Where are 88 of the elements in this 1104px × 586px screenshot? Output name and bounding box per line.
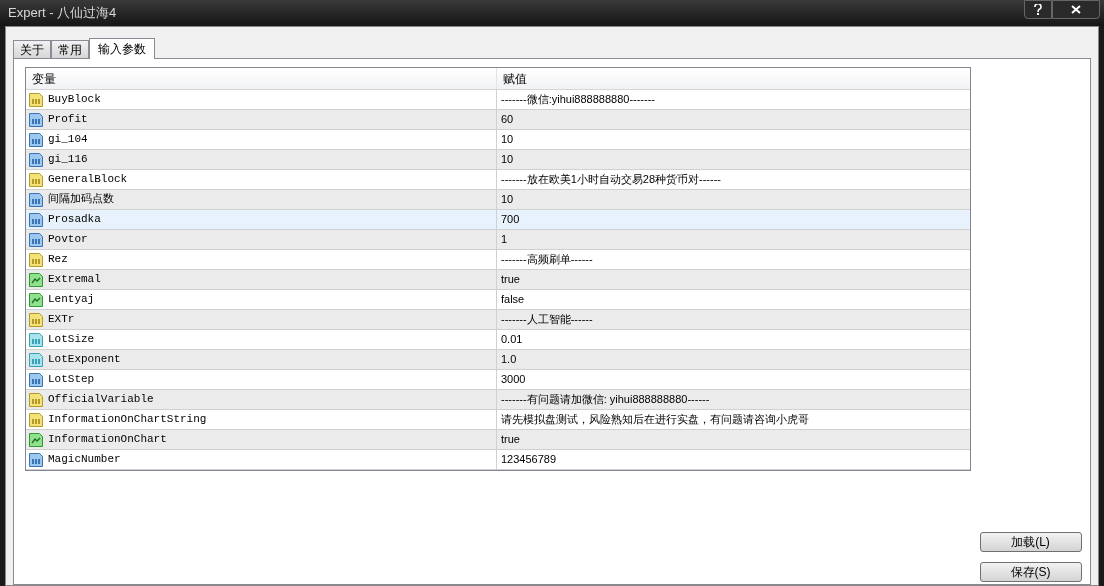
- column-header[interactable]: 变量: [26, 68, 497, 89]
- fraction-type-icon: [28, 351, 44, 368]
- variable-value: 请先模拟盘测试，风险熟知后在进行实盘，有问题请咨询小虎哥: [501, 412, 809, 428]
- column-header[interactable]: 赋值: [497, 68, 970, 89]
- dialog-button[interactable]: 加载(L): [979, 532, 1082, 552]
- table-row[interactable]: GeneralBlock -------放在欧美1小时自动交易28种货币对------: [26, 170, 970, 190]
- text-type-icon: [28, 251, 44, 268]
- variable-value: 0.01: [501, 332, 523, 348]
- variable-value: 10: [501, 192, 514, 208]
- table-row[interactable]: Profit 60: [26, 110, 970, 130]
- variable-name: LotStep: [48, 372, 95, 388]
- variable-name: GeneralBlock: [48, 172, 128, 188]
- variable-value: true: [501, 272, 520, 288]
- variable-name: BuyBlock: [48, 92, 101, 108]
- variable-value: -------高频刷单------: [501, 252, 593, 268]
- boolean-type-icon: [28, 291, 44, 308]
- variable-name: gi_116: [48, 152, 88, 168]
- variable-value: -------人工智能------: [501, 312, 593, 328]
- text-type-icon: [28, 311, 44, 328]
- variable-value: 123456789: [501, 452, 557, 468]
- tab[interactable]: 输入参数: [89, 38, 155, 59]
- variable-value: 1.0: [501, 352, 517, 368]
- table-row[interactable]: gi_116 10: [26, 150, 970, 170]
- tab[interactable]: 关于: [13, 40, 51, 58]
- boolean-type-icon: [28, 431, 44, 448]
- help-button[interactable]: [1024, 0, 1052, 19]
- variable-value: -------微信:yihui888888880-------: [501, 92, 656, 108]
- number-type-icon: [28, 151, 44, 168]
- table-row[interactable]: gi_104 10: [26, 130, 970, 150]
- variable-name: InformationOnChart: [48, 432, 167, 448]
- fraction-type-icon: [28, 331, 44, 348]
- table-row[interactable]: BuyBlock -------微信:yihui888888880-------: [26, 90, 970, 110]
- number-type-icon: [28, 131, 44, 148]
- variable-name: LotSize: [48, 332, 95, 348]
- variable-value: 10: [501, 132, 514, 148]
- text-type-icon: [28, 411, 44, 428]
- number-type-icon: [28, 111, 44, 128]
- variable-name: Lentyaj: [48, 292, 95, 308]
- variable-value: 3000: [501, 372, 526, 388]
- number-type-icon: [28, 231, 44, 248]
- text-type-icon: [28, 391, 44, 408]
- boolean-type-icon: [28, 271, 44, 288]
- variable-name: 间隔加码点数: [48, 192, 114, 208]
- window-title: Expert - 八仙过海4: [8, 4, 117, 23]
- close-icon: [1071, 5, 1081, 14]
- variable-value: 60: [501, 112, 514, 128]
- table-row[interactable]: Extremal true: [26, 270, 970, 290]
- table-row[interactable]: 间隔加码点数 10: [26, 190, 970, 210]
- table-row[interactable]: Rez -------高频刷单------: [26, 250, 970, 270]
- variable-name: EXTr: [48, 312, 75, 328]
- variable-value: 1: [501, 232, 508, 248]
- table-row[interactable]: InformationOnChartString 请先模拟盘测试，风险熟知后在进行实盘，有问题请咨询小虎哥: [26, 410, 970, 430]
- help-icon: [1034, 4, 1042, 15]
- variable-value: -------放在欧美1小时自动交易28种货币对------: [501, 172, 721, 188]
- variable-name: InformationOnChartString: [48, 412, 207, 428]
- variable-name: Extremal: [48, 272, 101, 288]
- table-row[interactable]: MagicNumber 123456789: [26, 450, 970, 470]
- variable-name: Prosadka: [48, 212, 101, 228]
- variable-name: Profit: [48, 112, 88, 128]
- variable-value: 10: [501, 152, 514, 168]
- table-row[interactable]: Lentyaj false: [26, 290, 970, 310]
- variable-name: Povtor: [48, 232, 88, 248]
- number-type-icon: [28, 371, 44, 388]
- variable-value: false: [501, 292, 525, 308]
- variable-value: 700: [501, 212, 520, 228]
- table-row[interactable]: LotSize 0.01: [26, 330, 970, 350]
- variable-value: true: [501, 432, 520, 448]
- close-button[interactable]: [1052, 0, 1100, 19]
- table-row[interactable]: OfficialVariable -------有问题请加微信: yihui888888880------: [26, 390, 970, 410]
- table-row[interactable]: Povtor 1: [26, 230, 970, 250]
- number-type-icon: [28, 211, 44, 228]
- table-row[interactable]: InformationOnChart true: [26, 430, 970, 450]
- text-type-icon: [28, 171, 44, 188]
- text-type-icon: [28, 91, 44, 108]
- variable-name: Rez: [48, 252, 68, 268]
- tab[interactable]: 常用: [51, 40, 89, 58]
- table-row[interactable]: Prosadka 700: [26, 210, 970, 230]
- variable-name: MagicNumber: [48, 452, 121, 468]
- table-row[interactable]: LotExponent 1.0: [26, 350, 970, 370]
- number-type-icon: [28, 451, 44, 468]
- variable-name: LotExponent: [48, 352, 121, 368]
- variable-name: OfficialVariable: [48, 392, 154, 408]
- dialog-button[interactable]: 保存(S): [979, 562, 1082, 582]
- variable-name: gi_104: [48, 132, 88, 148]
- table-row[interactable]: EXTr -------人工智能------: [26, 310, 970, 330]
- table-row[interactable]: LotStep 3000: [26, 370, 970, 390]
- variable-value: -------有问题请加微信: yihui888888880------: [501, 392, 710, 408]
- number-type-icon: [28, 191, 44, 208]
